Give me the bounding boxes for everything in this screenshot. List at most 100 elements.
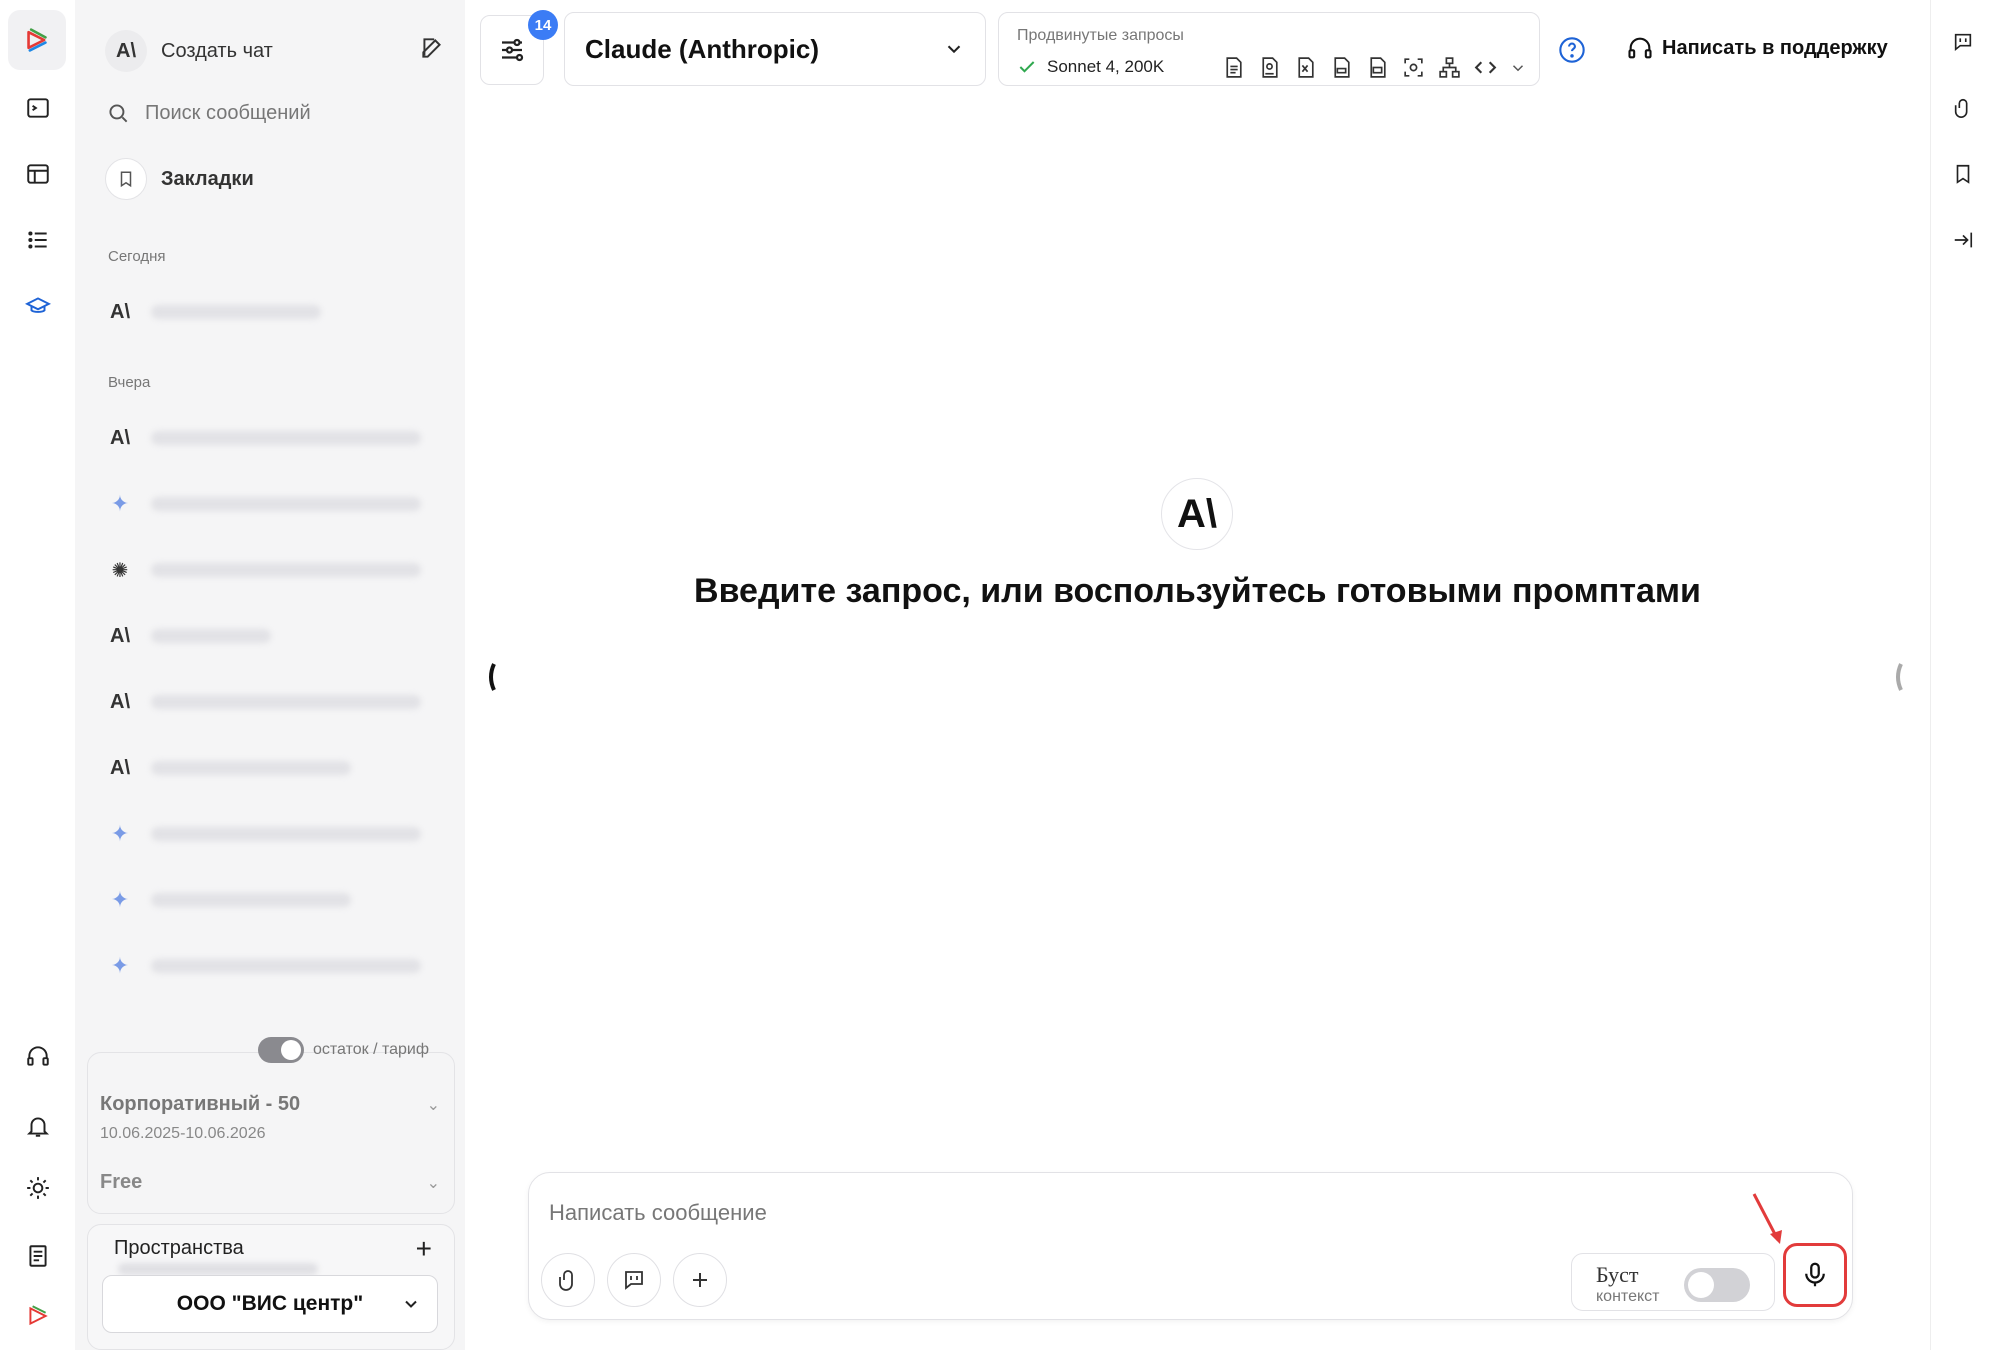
notification-badge: 14	[528, 10, 558, 40]
message-composer: Буст контекст	[528, 1172, 1853, 1320]
model-name: Claude (Anthropic)	[585, 33, 819, 64]
anthropic-logo: A\	[1161, 478, 1233, 550]
history-item[interactable]: ✺	[105, 550, 435, 590]
spaces-title: Пространства	[114, 1237, 244, 1259]
microphone-icon	[1805, 1262, 1825, 1287]
check-icon	[1019, 61, 1035, 73]
attachment-icon[interactable]	[1947, 92, 1979, 124]
plan-free[interactable]: Free	[100, 1171, 142, 1194]
chevron-down-icon[interactable]: ⌄	[427, 1095, 440, 1115]
sparkle-icon: ✦	[110, 821, 130, 846]
support-button[interactable]: Написать в поддержку	[1626, 34, 1888, 62]
document-icon[interactable]	[18, 1236, 58, 1276]
history-item[interactable]: A\	[105, 418, 435, 458]
history-title-blurred	[151, 761, 351, 775]
excel-file-icon[interactable]	[1293, 55, 1318, 80]
chevron-down-icon[interactable]	[1509, 59, 1527, 77]
headset-icon[interactable]	[18, 1036, 58, 1076]
balance-toggle[interactable]	[258, 1037, 304, 1063]
file-tools	[1221, 55, 1527, 80]
history-item[interactable]: A\	[105, 616, 435, 656]
history-title-blurred	[151, 959, 421, 973]
attach-button[interactable]	[541, 1253, 595, 1307]
openai-icon: ✺	[111, 559, 129, 582]
list-icon[interactable]	[18, 220, 58, 260]
docx-file-icon[interactable]	[1365, 55, 1390, 80]
left-rail	[0, 0, 75, 1350]
bookmarks-label: Закладки	[161, 167, 254, 190]
search-messages[interactable]: Поиск сообщений	[105, 100, 311, 126]
bell-icon[interactable]	[18, 1106, 58, 1146]
search-icon	[109, 104, 128, 123]
bookmark-icon[interactable]	[1947, 158, 1979, 190]
spaces-card: Пространства + ООО "ВИС центр"	[87, 1224, 455, 1350]
sun-icon[interactable]	[18, 1168, 58, 1208]
chevron-down-icon	[405, 1300, 417, 1308]
add-button[interactable]	[673, 1253, 727, 1307]
page-headline: Введите запрос, или воспользуйтесь готов…	[694, 572, 1701, 610]
sliders-icon	[502, 38, 524, 62]
model-select[interactable]: Claude (Anthropic)	[564, 12, 986, 86]
terminal-icon[interactable]	[18, 88, 58, 128]
scan-icon[interactable]	[1401, 55, 1426, 80]
support-label: Написать в поддержку	[1662, 36, 1888, 59]
advanced-requests[interactable]: Продвинутые запросы Sonnet 4, 200K	[998, 12, 1540, 86]
prompts-icon[interactable]	[1947, 26, 1979, 58]
edit-icon[interactable]	[419, 35, 445, 67]
help-icon[interactable]	[1558, 36, 1586, 64]
boost-label: Буст	[1596, 1262, 1639, 1287]
collapse-left-handle[interactable]	[485, 662, 497, 692]
text-file-icon[interactable]	[1221, 55, 1246, 80]
chevron-down-icon[interactable]: ⌄	[427, 1173, 440, 1193]
history-title-blurred	[151, 695, 421, 709]
message-input[interactable]	[549, 1195, 1549, 1231]
headset-icon	[1628, 37, 1652, 59]
sidebar: A\ Создать чат Поиск сообщений Закладки …	[75, 0, 465, 1350]
history-item[interactable]: A\	[105, 748, 435, 788]
org-select[interactable]: ООО "ВИС центр"	[102, 1275, 438, 1333]
collapse-right-icon[interactable]	[1947, 224, 1979, 256]
section-today: Сегодня	[108, 248, 166, 265]
code-icon[interactable]	[1473, 55, 1498, 80]
graduation-cap-icon[interactable]	[18, 286, 58, 326]
pdf-file-icon[interactable]	[1257, 55, 1282, 80]
boost-context: Буст контекст	[1571, 1253, 1775, 1311]
plan-card: остаток / тариф Корпоративный - 50 ⌄ 10.…	[87, 1037, 455, 1214]
search-messages-label: Поиск сообщений	[145, 101, 311, 124]
plan-dates: 10.06.2025-10.06.2026	[100, 1125, 266, 1142]
history-title-blurred	[151, 563, 421, 577]
history-item[interactable]: ✦	[105, 880, 435, 920]
paperclip-icon	[559, 1270, 573, 1291]
history-item[interactable]: ✦	[105, 814, 435, 854]
table-icon[interactable]	[18, 154, 58, 194]
anthropic-icon: A\	[110, 426, 130, 449]
plan-name[interactable]: Корпоративный - 50	[100, 1093, 300, 1116]
history-title-blurred	[151, 497, 421, 511]
new-chat-button[interactable]: A\ Создать чат	[105, 30, 445, 72]
section-yesterday: Вчера	[108, 374, 151, 391]
anthropic-icon: A\	[110, 624, 130, 647]
txt-file-icon[interactable]	[1329, 55, 1354, 80]
boost-toggle[interactable]	[1684, 1268, 1750, 1302]
sparkle-icon: ✦	[110, 953, 130, 978]
history-item[interactable]: A\	[105, 292, 435, 332]
brand-mark-icon	[18, 1296, 58, 1336]
add-space-button[interactable]: +	[416, 1233, 432, 1265]
anthropic-icon: A\	[110, 756, 130, 779]
user-email-blurred	[118, 1263, 318, 1275]
voice-input-button[interactable]	[1783, 1243, 1847, 1307]
sitemap-icon[interactable]	[1437, 55, 1462, 80]
history-item[interactable]: A\	[105, 682, 435, 722]
annotation-arrow	[1752, 1193, 1782, 1244]
history-title-blurred	[151, 629, 271, 643]
history-item[interactable]: ✦	[105, 484, 435, 524]
history-title-blurred	[151, 305, 321, 319]
history-title-blurred	[151, 827, 421, 841]
history-item[interactable]: ✦	[105, 946, 435, 986]
collapse-right-handle[interactable]	[1892, 662, 1904, 692]
prompts-button[interactable]	[607, 1253, 661, 1307]
bookmarks-link[interactable]: Закладки	[105, 158, 254, 200]
history-title-blurred	[151, 893, 351, 907]
app-logo[interactable]	[8, 10, 66, 70]
app-root: A\ Создать чат Поиск сообщений Закладки …	[0, 0, 1995, 1350]
